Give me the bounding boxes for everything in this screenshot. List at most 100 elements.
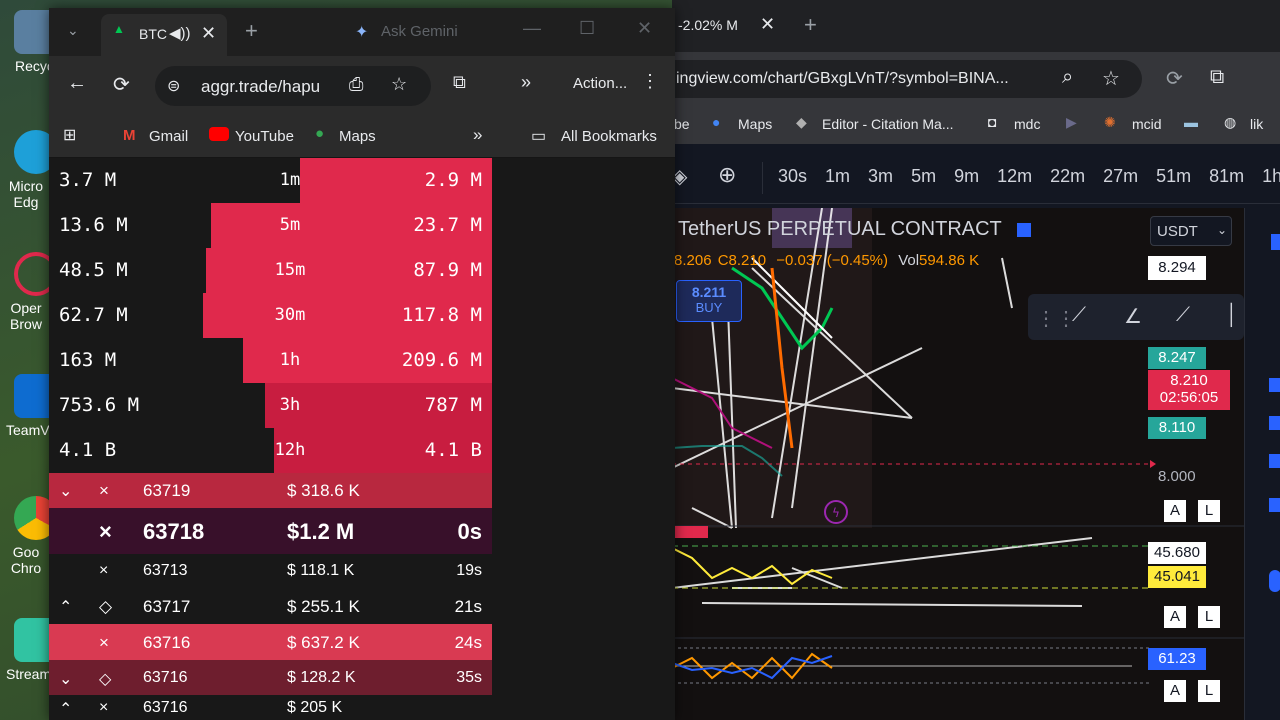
bookmark-item[interactable]: be — [674, 116, 690, 132]
maps-icon: ● — [712, 114, 721, 130]
aggr-tab[interactable]: ▲ BTC ◀)) ✕ — [101, 14, 227, 56]
aggr-bookmarks-bar: ⊞ M Gmail YouTube ● Maps » ▭ All Bookmar… — [49, 114, 675, 158]
up-triangle-icon: ▲ — [113, 22, 125, 36]
ask-gemini[interactable]: Ask Gemini — [381, 23, 458, 40]
back-icon[interactable]: ← — [67, 72, 87, 95]
refresh-icon[interactable]: ⟳ — [1166, 66, 1183, 91]
period-label: 5m — [279, 215, 301, 235]
auto-scale-button[interactable]: A — [1164, 606, 1186, 628]
bookmark-maps[interactable]: Maps — [738, 116, 772, 132]
bookmark-lik[interactable]: lik — [1250, 116, 1263, 132]
chevron-down-icon: ⌄ — [59, 483, 73, 500]
refresh-icon[interactable]: ⟳ — [113, 72, 130, 97]
bookmark-gmail[interactable]: Gmail — [149, 128, 188, 145]
maps-icon: ● — [315, 125, 325, 142]
extensions-icon[interactable]: ⧉ — [1210, 66, 1224, 89]
timeframe-button[interactable]: 1h — [1262, 166, 1280, 186]
trade-row: ⌃ × 63716 $ 205 K — [49, 695, 492, 720]
sell-volume: 13.6 M — [59, 214, 128, 236]
extensions-icon[interactable]: ⧉ — [453, 72, 466, 93]
install-icon[interactable]: ⎙ — [349, 74, 363, 95]
volume-row: 753.6 M 3h 787 M — [49, 383, 492, 428]
sell-volume: 4.1 B — [59, 439, 117, 461]
new-tab-icon[interactable]: + — [804, 12, 817, 38]
overflow-chevron-icon[interactable]: » — [521, 72, 531, 93]
trend-angle-icon[interactable]: ∠ — [1124, 304, 1142, 329]
close-tab-icon[interactable]: ✕ — [201, 23, 216, 44]
trade-price: 63717 — [143, 597, 191, 616]
rsi-label: 61.23 — [1148, 648, 1206, 670]
trend-line-icon[interactable]: ⟋ — [1072, 304, 1086, 327]
buy-volume: 209.6 M — [401, 349, 482, 371]
menu-icon[interactable]: ⋮ — [641, 71, 659, 92]
omnibox[interactable]: ⊜ aggr.trade/hapu ⎙ ☆ — [155, 66, 431, 106]
flag-icon[interactable] — [1269, 416, 1280, 430]
log-scale-button[interactable]: L — [1198, 680, 1220, 702]
tv-chart-pane[interactable]: ϟ TetherUS PERPETUAL CONTRACT 8.206 C8.2… — [672, 208, 1244, 720]
watchlist-icon[interactable] — [1271, 234, 1280, 250]
all-bookmarks[interactable]: All Bookmarks — [561, 128, 657, 145]
timeframe-button[interactable]: 3m — [868, 166, 893, 186]
period-label: 1m — [279, 170, 301, 190]
currency-select[interactable]: USDT ⌄ — [1150, 216, 1232, 246]
flag-icon[interactable] — [1269, 378, 1280, 392]
tab-search-icon[interactable]: ⌄ — [67, 22, 79, 39]
star-icon[interactable]: ☆ — [1102, 66, 1120, 91]
close-window-icon[interactable]: ✕ — [637, 18, 652, 39]
timeframe-button[interactable]: 1m — [825, 166, 850, 186]
trade-price: 63719 — [143, 481, 191, 500]
log-scale-button[interactable]: L — [1198, 606, 1220, 628]
bookmark-image-icon[interactable]: ▬ — [1184, 114, 1198, 130]
timeframe-button[interactable]: 27m — [1103, 166, 1138, 186]
auto-scale-button[interactable]: A — [1164, 500, 1186, 522]
tv-tab-title[interactable]: -2.02% M — [678, 17, 738, 33]
volume-row: 62.7 M 30m 117.8 M — [49, 293, 492, 338]
timeframe-button[interactable]: 81m — [1209, 166, 1244, 186]
symbol-title[interactable]: TetherUS PERPETUAL CONTRACT — [678, 218, 1001, 240]
buy-label: BUY — [695, 300, 723, 315]
action-button[interactable]: Action... — [573, 75, 627, 92]
bookmark-youtube[interactable]: YouTube — [235, 128, 294, 145]
vertical-line-icon[interactable]: │ — [1226, 304, 1239, 327]
flag-icon[interactable] — [1016, 222, 1031, 237]
bookmark-mcid[interactable]: mcid — [1132, 116, 1162, 132]
timeframe-button[interactable]: 9m — [954, 166, 979, 186]
speaker-icon[interactable]: ◀)) — [169, 24, 191, 42]
chat-icon[interactable] — [1269, 570, 1280, 592]
bookmark-blank-icon[interactable]: ▶ — [1066, 114, 1077, 131]
site-info-icon[interactable]: ⊜ — [167, 76, 180, 96]
minimize-icon[interactable]: — — [523, 18, 541, 39]
trade-price: 63716 — [143, 633, 191, 652]
period-label: 12h — [274, 440, 306, 460]
maximize-icon[interactable]: ☐ — [579, 18, 595, 39]
timeframe-button[interactable]: 22m — [1050, 166, 1085, 186]
flag-icon[interactable] — [1269, 454, 1280, 468]
timeframe-button[interactable]: 12m — [997, 166, 1032, 186]
add-indicator-icon[interactable]: ⊕ — [718, 162, 736, 188]
zoom-icon[interactable]: ⌕ — [1062, 66, 1073, 89]
bookmark-maps[interactable]: Maps — [339, 128, 376, 145]
exchange-icon: × — [99, 699, 109, 716]
apps-icon[interactable]: ⊞ — [63, 125, 76, 145]
sell-volume: 48.5 M — [59, 259, 128, 281]
buy-button[interactable]: 8.211 BUY — [676, 280, 742, 322]
new-tab-icon[interactable]: + — [245, 18, 258, 44]
timeframe-button[interactable]: 30s — [778, 166, 807, 186]
bookmark-editor[interactable]: Editor - Citation Ma... — [822, 116, 954, 132]
close-tab-icon[interactable]: ✕ — [760, 14, 775, 35]
log-scale-button[interactable]: L — [1198, 500, 1220, 522]
tv-url[interactable]: ingview.com/chart/GBxgLVnT/?symbol=BINA.… — [676, 70, 1009, 88]
ray-icon[interactable]: ⟋ — [1176, 304, 1190, 327]
bookmark-mdc[interactable]: mdc — [1014, 116, 1040, 132]
aggr-url[interactable]: aggr.trade/hapu — [201, 77, 320, 97]
star-icon[interactable]: ☆ — [391, 74, 407, 95]
buy-volume: 117.8 M — [401, 304, 482, 326]
timeframe-button[interactable]: 5m — [911, 166, 936, 186]
more-bookmarks-icon[interactable]: » — [473, 125, 482, 145]
auto-scale-button[interactable]: A — [1164, 680, 1186, 702]
flag-icon[interactable] — [1269, 498, 1280, 512]
trade-amount: $ 637.2 K — [287, 633, 360, 652]
timeframe-button[interactable]: 51m — [1156, 166, 1191, 186]
trade-amount: $ 318.6 K — [287, 481, 360, 500]
drag-handle-icon[interactable]: ⋮⋮ — [1036, 306, 1076, 331]
